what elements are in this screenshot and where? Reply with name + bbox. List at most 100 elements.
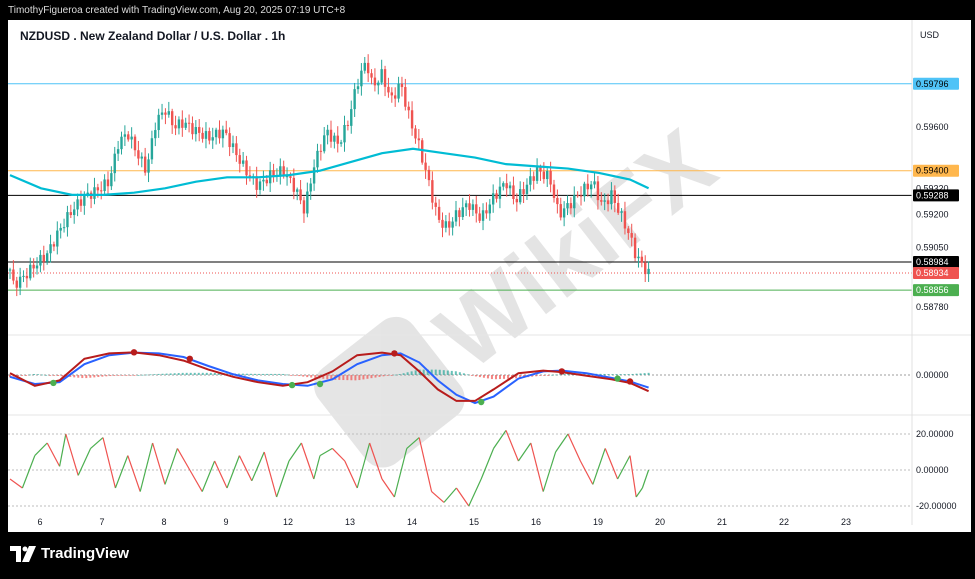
macd-histogram-bar [398, 374, 401, 375]
candle-body [549, 170, 552, 185]
macd-histogram-bar [249, 373, 252, 375]
candle-body [221, 129, 225, 139]
candle-body [569, 203, 573, 209]
oscillator-segment [617, 455, 631, 480]
oscillator-segment [59, 433, 67, 467]
macd-histogram-bar [466, 374, 469, 376]
tradingview-logo-icon [10, 545, 36, 562]
oscillator-segment [319, 447, 333, 457]
oscillator-segment [276, 460, 290, 498]
candle-body [589, 184, 593, 190]
macd-cross-dot [316, 380, 324, 388]
candle-body [502, 183, 505, 187]
macd-histogram-bar [89, 375, 92, 378]
oscillator-segment [189, 469, 203, 492]
price-tick-label: 0.59200 [916, 210, 949, 220]
macd-histogram-bar [394, 374, 397, 376]
macd-histogram-bar [161, 373, 164, 375]
candle-body [363, 62, 366, 71]
macd-histogram-bar [346, 375, 349, 381]
macd-histogram-bar [157, 373, 160, 375]
candle-body [471, 204, 475, 210]
macd-histogram-bar [643, 373, 646, 375]
macd-histogram-bar [310, 375, 313, 378]
macd-histogram-bar [133, 375, 136, 376]
candle-body [377, 82, 380, 86]
candle-body [225, 129, 228, 134]
candle-body [616, 202, 620, 213]
candle-body [258, 181, 262, 190]
last-price-label: 0.58934 [916, 268, 949, 278]
oscillator-segment [251, 451, 265, 482]
candle-body [424, 162, 427, 170]
candle-body [633, 237, 637, 259]
macd-cross-dot [626, 378, 634, 385]
candle-body [329, 129, 333, 142]
candle-body [366, 62, 370, 74]
candle-body [431, 180, 434, 203]
level-label: 0.59288 [916, 190, 949, 200]
macd-histogram-bar [197, 372, 200, 375]
candle-body [610, 190, 613, 205]
candle-body [427, 169, 431, 181]
candle-body [542, 171, 546, 180]
macd-histogram-bar [362, 375, 365, 380]
candle-body [309, 183, 312, 192]
oscillator-segment [530, 442, 544, 492]
candle-body [211, 137, 214, 141]
candle-body [370, 73, 373, 78]
candle-body [343, 124, 346, 143]
candle-body [29, 264, 32, 279]
candle-body [606, 200, 610, 205]
macd-histogram-bar [478, 375, 481, 378]
candle-body [231, 143, 235, 148]
macd-histogram-bar [639, 373, 642, 375]
macd-histogram-bar [434, 369, 437, 375]
candle-body [495, 193, 498, 199]
macd-histogram-bar [117, 375, 120, 376]
oscillator-tick-label: 0.00000 [916, 465, 949, 475]
candle-body [417, 138, 421, 141]
candle-body [49, 244, 52, 254]
candle-body [461, 207, 464, 218]
candle-body [421, 140, 424, 163]
candle-body [620, 211, 623, 213]
candle-body [600, 200, 603, 202]
candle-body [66, 212, 69, 228]
macd-cross-dot [391, 350, 398, 357]
chart-area[interactable]: WikiFX NZDUSD . New Zealand Dollar / U.S… [8, 20, 971, 532]
macd-histogram-bar [490, 375, 493, 380]
candle-body [505, 183, 508, 189]
macd-cross-dot [558, 368, 565, 375]
macd-histogram-bar [555, 374, 558, 376]
macd-histogram-bar [109, 375, 112, 377]
oscillator-segment [288, 442, 302, 462]
macd-histogram-bar [366, 375, 369, 379]
macd-histogram-bar [611, 374, 614, 375]
oscillator-segment [139, 442, 154, 492]
macd-histogram-bar [241, 373, 244, 375]
macd-histogram-bar [93, 375, 96, 378]
candle-body [529, 176, 532, 185]
wikifx-watermark: WikiFX [314, 109, 734, 468]
candle-body [289, 176, 292, 178]
candle-body [208, 131, 211, 141]
macd-histogram-bar [258, 373, 261, 375]
macd-histogram-bar [438, 369, 441, 375]
candle-body [640, 256, 644, 263]
candle-body [272, 170, 275, 176]
macd-histogram-bar [165, 373, 168, 375]
oscillator-segment [152, 442, 166, 485]
candle-body [522, 189, 525, 194]
candle-body [39, 254, 42, 266]
tradingview-footer: TradingView [10, 545, 129, 562]
candle-body [397, 83, 400, 99]
candle-body [174, 125, 177, 129]
candle-body [414, 128, 417, 139]
candle-body [204, 131, 208, 139]
oscillator-segment [431, 491, 445, 503]
candle-body [299, 189, 302, 201]
candle-body [407, 106, 410, 111]
candle-body [35, 265, 39, 269]
oscillator-segment [127, 455, 141, 492]
